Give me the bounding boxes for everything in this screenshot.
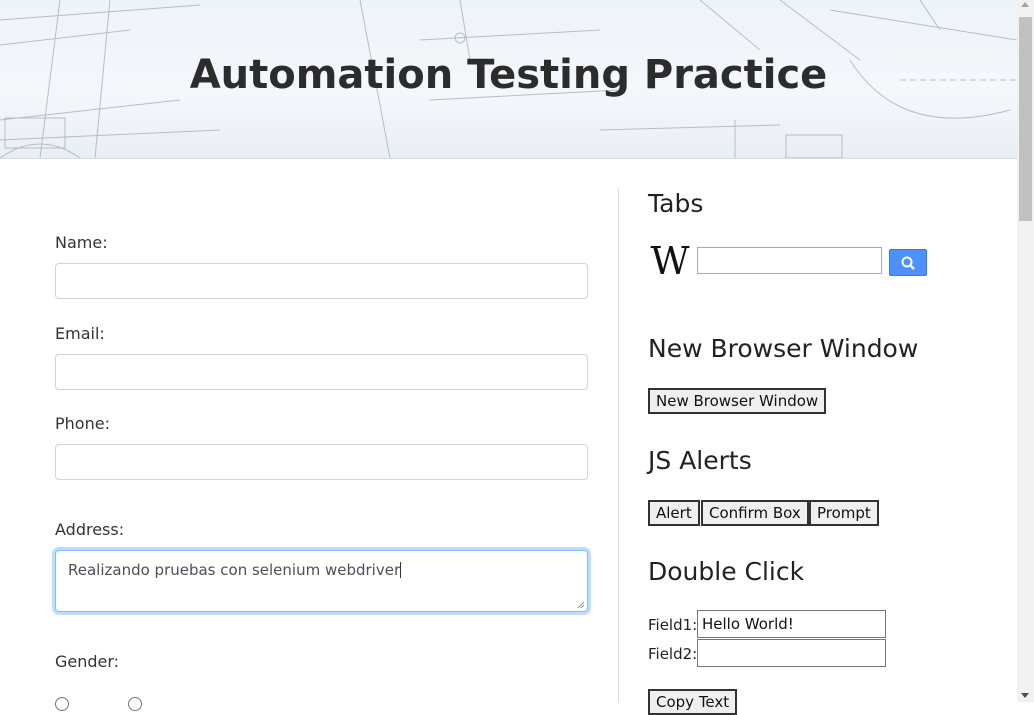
name-input[interactable] [55, 263, 588, 299]
magnifier-icon [901, 256, 915, 270]
field1-label: Field1: [648, 616, 698, 634]
address-value: Realizando pruebas con selenium webdrive… [68, 561, 401, 579]
field2-input[interactable] [697, 639, 886, 667]
column-divider [618, 188, 619, 702]
double-click-heading: Double Click [648, 557, 805, 586]
email-label: Email: [55, 324, 105, 343]
wikipedia-logo-icon: W [650, 240, 689, 280]
alert-button[interactable]: Alert [648, 500, 700, 526]
wikipedia-search-button[interactable] [889, 249, 927, 276]
vertical-scrollbar[interactable] [1017, 0, 1034, 702]
new-browser-window-button[interactable]: New Browser Window [648, 388, 827, 414]
address-textarea[interactable]: Realizando pruebas con selenium webdrive… [55, 550, 588, 612]
field2-label: Field2: [648, 645, 698, 663]
wikipedia-logo-letter: W [650, 240, 689, 280]
scrollbar-thumb[interactable] [1019, 17, 1032, 221]
prompt-button[interactable]: Prompt [809, 500, 879, 526]
text-caret [400, 562, 402, 578]
gender-male-radio[interactable] [55, 697, 69, 711]
js-alerts-heading: JS Alerts [648, 446, 752, 475]
confirm-box-button[interactable]: Confirm Box [701, 500, 809, 526]
gender-female-radio[interactable] [128, 697, 142, 711]
resize-handle-icon[interactable] [577, 601, 585, 609]
page-title: Automation Testing Practice [189, 52, 828, 98]
new-window-heading: New Browser Window [648, 334, 919, 363]
wikipedia-search-input[interactable] [697, 247, 882, 274]
gender-label: Gender: [55, 652, 120, 671]
page-header: Automation Testing Practice [0, 0, 1017, 159]
tabs-heading: Tabs [648, 189, 704, 218]
scroll-down-arrow-icon[interactable] [1021, 693, 1029, 698]
phone-label: Phone: [55, 414, 110, 433]
scroll-up-arrow-icon[interactable] [1021, 2, 1029, 7]
phone-input[interactable] [55, 444, 588, 480]
email-input[interactable] [55, 354, 588, 390]
name-label: Name: [55, 233, 108, 252]
field1-input[interactable]: Hello World! [697, 610, 886, 638]
address-label: Address: [55, 520, 125, 539]
copy-text-button[interactable]: Copy Text [648, 689, 738, 715]
